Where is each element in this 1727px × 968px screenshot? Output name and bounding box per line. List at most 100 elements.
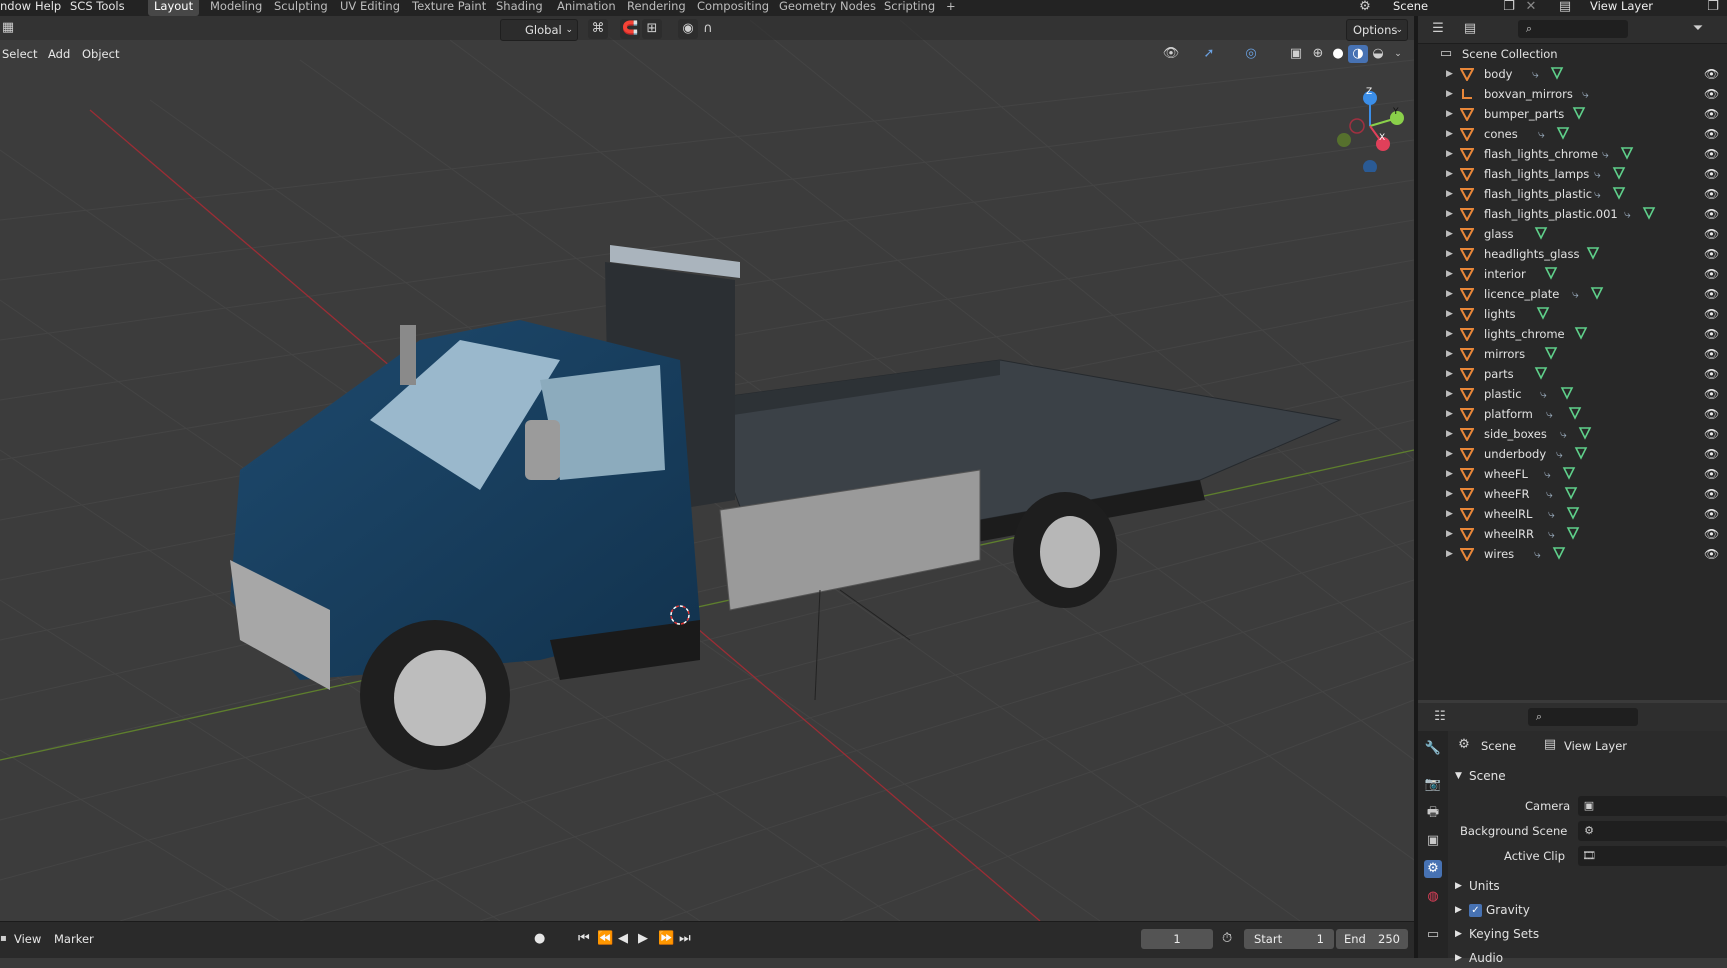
chevron-down-icon[interactable]: ▼	[1455, 766, 1462, 786]
mesh-data-icon[interactable]	[1534, 366, 1548, 380]
mesh-data-icon[interactable]	[1536, 306, 1550, 320]
editor-type-icon[interactable]: ☰	[1426, 20, 1450, 38]
expand-arrow-icon[interactable]: ▶	[1446, 384, 1453, 404]
gravity-checkbox[interactable]: ✓	[1469, 904, 1482, 917]
3d-viewport[interactable]: Z Y X	[0, 16, 1414, 921]
active-clip-field[interactable]: 🎞	[1578, 846, 1727, 866]
menu-help[interactable]: Help	[35, 0, 61, 16]
render-tab-icon[interactable]: 📷	[1424, 776, 1442, 794]
tool-tab-icon[interactable]: 🔧	[1424, 740, 1442, 758]
pivot-point-icon[interactable]: ⌘	[588, 19, 608, 39]
view-layer-icon[interactable]: ▤	[1556, 0, 1574, 16]
outliner-row-wheeFL[interactable]: ▶ wheeFL ⤷ 👁	[1418, 464, 1727, 484]
current-frame-field[interactable]: 1	[1141, 929, 1213, 949]
mesh-data-icon[interactable]	[1642, 206, 1656, 220]
mesh-data-icon[interactable]	[1556, 126, 1570, 140]
end-frame-field[interactable]: End 250	[1336, 929, 1408, 949]
stopwatch-icon[interactable]: ⏱	[1222, 930, 1232, 948]
menu-object[interactable]: Object	[82, 42, 119, 66]
jump-end-icon[interactable]: ⏭	[679, 930, 691, 948]
jump-start-icon[interactable]: ⏮	[578, 930, 590, 948]
visibility-eye-icon[interactable]: 👁	[1704, 544, 1719, 564]
start-frame-field[interactable]: Start 1	[1244, 929, 1334, 949]
proportional-editing-icon[interactable]: ◉	[678, 19, 698, 39]
modifier-icon[interactable]: ⤷	[1548, 524, 1555, 544]
jump-keyframe-forward-icon[interactable]: ⏩	[658, 930, 674, 948]
expand-arrow-icon[interactable]: ▶	[1446, 464, 1453, 484]
tab-uv-editing[interactable]: UV Editing	[334, 0, 406, 16]
mesh-data-icon[interactable]	[1564, 486, 1578, 500]
menu-view[interactable]: View	[14, 930, 41, 948]
mesh-data-icon[interactable]	[1562, 466, 1576, 480]
outliner-row-headlights-glass[interactable]: ▶ headlights_glass 👁	[1418, 244, 1727, 264]
view-layer-name[interactable]: View Layer	[1590, 0, 1653, 16]
outliner-row-boxvan-mirrors[interactable]: ▶ boxvan_mirrors ⤷ 👁	[1418, 84, 1727, 104]
view-layer-tab-icon[interactable]: ▣	[1424, 832, 1442, 850]
modifier-icon[interactable]: ⤷	[1540, 384, 1547, 404]
tab-animation[interactable]: Animation	[551, 0, 622, 16]
expand-arrow-icon[interactable]: ▶	[1446, 284, 1453, 304]
tab-sculpting[interactable]: Sculpting	[268, 0, 334, 16]
delete-scene-icon[interactable]: ✕	[1522, 0, 1540, 16]
expand-arrow-icon[interactable]: ▶	[1446, 264, 1453, 284]
expand-arrow-icon[interactable]: ▶	[1446, 524, 1453, 544]
mesh-data-icon[interactable]	[1578, 426, 1592, 440]
expand-arrow-icon[interactable]: ▶	[1446, 144, 1453, 164]
collection-tab-icon[interactable]: ▭	[1424, 926, 1442, 944]
outliner-row-licence-plate[interactable]: ▶ licence_plate ⤷ 👁	[1418, 284, 1727, 304]
tab-scripting[interactable]: Scripting	[878, 0, 941, 16]
mesh-data-icon[interactable]	[1550, 66, 1564, 80]
editor-type-icon[interactable]: ▦	[0, 19, 16, 37]
modifier-icon[interactable]: ⤷	[1602, 144, 1609, 164]
modifier-icon[interactable]: ⤷	[1538, 124, 1545, 144]
mesh-data-icon[interactable]	[1568, 406, 1582, 420]
visibility-eye-icon[interactable]: 👁	[1704, 404, 1719, 424]
navigation-gizmo[interactable]: Z Y X	[1330, 82, 1410, 174]
tab-layout[interactable]: Layout	[148, 0, 200, 16]
outliner-row-side-boxes[interactable]: ▶ side_boxes ⤷ 👁	[1418, 424, 1727, 444]
outliner-row-underbody[interactable]: ▶ underbody ⤷ 👁	[1418, 444, 1727, 464]
mesh-data-icon[interactable]	[1620, 146, 1634, 160]
outliner-row-wheelRL[interactable]: ▶ wheelRL ⤷ 👁	[1418, 504, 1727, 524]
expand-arrow-icon[interactable]: ▶	[1446, 84, 1453, 104]
visibility-eye-icon[interactable]: 👁	[1704, 364, 1719, 384]
scene-tab-icon[interactable]: ⚙	[1424, 860, 1442, 878]
outliner-row-interior[interactable]: ▶ interior 👁	[1418, 264, 1727, 284]
wireframe-shading-icon[interactable]: ⊕	[1308, 45, 1328, 63]
outliner-row-mirrors[interactable]: ▶ mirrors 👁	[1418, 344, 1727, 364]
properties-search-input[interactable]: ⌕	[1528, 708, 1638, 726]
modifier-icon[interactable]: ⤷	[1572, 284, 1579, 304]
mesh-data-icon[interactable]	[1560, 386, 1574, 400]
filter-icon[interactable]: ⏷	[1686, 20, 1710, 38]
snap-target-icon[interactable]: ⊞	[642, 19, 662, 39]
tab-texture-paint[interactable]: Texture Paint	[406, 0, 492, 16]
modifier-icon[interactable]: ⤷	[1546, 404, 1553, 424]
visibility-eye-icon[interactable]: 👁	[1704, 84, 1719, 104]
expand-arrow-icon[interactable]: ▶	[1446, 344, 1453, 364]
visibility-eye-icon[interactable]: 👁	[1704, 184, 1719, 204]
outliner-row-bumper-parts[interactable]: ▶ bumper_parts 👁	[1418, 104, 1727, 124]
menu-add[interactable]: Add	[48, 42, 70, 66]
chevron-right-icon[interactable]: ▶	[1455, 900, 1462, 920]
outliner-row-body[interactable]: ▶ body ⤷ 👁	[1418, 64, 1727, 84]
visibility-icon[interactable]: 👁	[1160, 45, 1182, 63]
outliner-row-lights[interactable]: ▶ lights 👁	[1418, 304, 1727, 324]
mesh-data-icon[interactable]	[1590, 286, 1604, 300]
menu-marker[interactable]: Marker	[54, 930, 94, 948]
visibility-eye-icon[interactable]: 👁	[1704, 484, 1719, 504]
outliner-row-wheeFR[interactable]: ▶ wheeFR ⤷ 👁	[1418, 484, 1727, 504]
outliner-row-flash-lights-lamps[interactable]: ▶ flash_lights_lamps ⤷ 👁	[1418, 164, 1727, 184]
expand-arrow-icon[interactable]: ▶	[1446, 424, 1453, 444]
visibility-eye-icon[interactable]: 👁	[1704, 444, 1719, 464]
menu-window[interactable]: ndow	[0, 0, 31, 16]
expand-arrow-icon[interactable]: ▶	[1446, 244, 1453, 264]
tab-compositing[interactable]: Compositing	[691, 0, 775, 16]
scene-icon[interactable]: ⚙	[1356, 0, 1374, 16]
expand-arrow-icon[interactable]: ▶	[1446, 484, 1453, 504]
menu-select[interactable]: Select	[2, 42, 37, 66]
background-scene-field[interactable]: ⚙	[1578, 821, 1727, 841]
expand-arrow-icon[interactable]: ▶	[1446, 164, 1453, 184]
outliner-row-parts[interactable]: ▶ parts 👁	[1418, 364, 1727, 384]
new-view-layer-icon[interactable]: ❐	[1704, 0, 1722, 16]
visibility-eye-icon[interactable]: 👁	[1704, 204, 1719, 224]
